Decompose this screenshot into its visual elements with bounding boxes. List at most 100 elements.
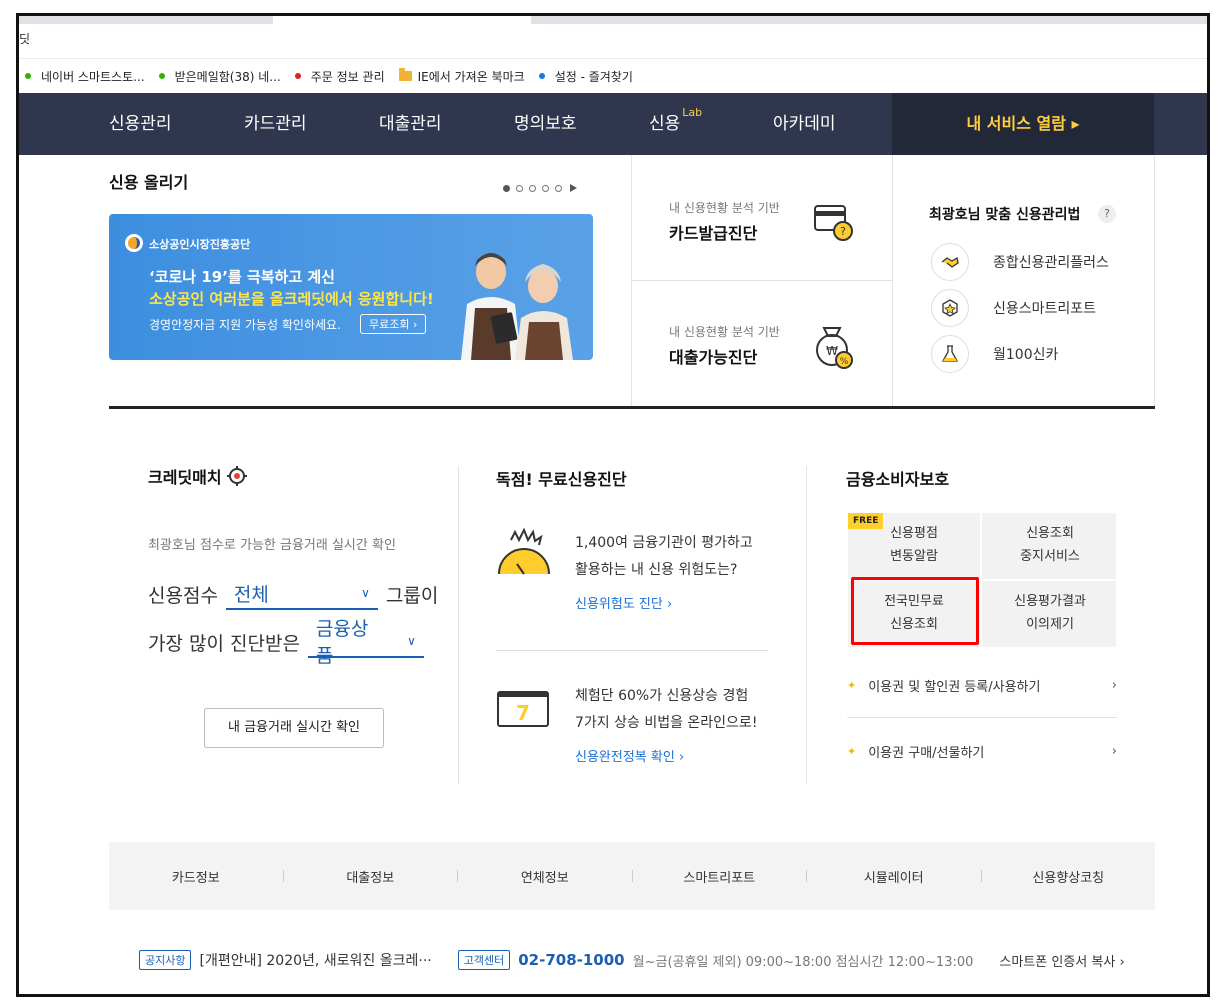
nav-loan-manage[interactable]: 대출관리 xyxy=(379,93,442,155)
tab-card-info[interactable]: 카드정보 xyxy=(109,867,283,886)
carousel-dot-3[interactable] xyxy=(529,184,536,192)
free-diag-line: 7가지 상승 비법을 온라인으로! xyxy=(575,715,758,731)
tab-credit-coaching[interactable]: 신용향상코칭 xyxy=(982,867,1156,886)
divider xyxy=(631,280,892,281)
carousel-dot-1[interactable] xyxy=(503,184,510,192)
free-diag-line: 활용하는 내 신용 위험도는? xyxy=(575,562,738,578)
grid-gap xyxy=(980,513,982,647)
free-diag-block2-text: 체험단 60%가 신용상승 경험 7가지 상승 비법을 온라인으로! xyxy=(575,683,757,737)
carousel-play-icon[interactable] xyxy=(570,184,577,192)
free-diag-title: 독점! 무료신용진단 xyxy=(496,470,627,489)
service-item-label: 종합신용관리플러스 xyxy=(993,255,1109,271)
nav-credit-lab-label: 신용 xyxy=(649,114,681,134)
bookmark-naver-store[interactable]: 네이버 스마트스토... xyxy=(25,68,145,85)
bookmark-mail[interactable]: 받은메일함(38) 네... xyxy=(158,68,281,85)
banner-free-lookup-button[interactable]: 무료조회 › xyxy=(360,314,427,334)
banner-org: 소상공인시장진흥공단 xyxy=(149,238,251,251)
credit-match-title: 크레딧매치 xyxy=(148,464,248,488)
consumer-title: 금융소비자보호 xyxy=(846,470,950,489)
help-icon[interactable]: ? xyxy=(1098,205,1116,223)
main-nav: 신용관리 카드관리 대출관리 명의보호 신용Lab 아카데미 내 서비스 열람 … xyxy=(19,93,1207,155)
svg-text:%: % xyxy=(840,357,849,367)
bookmarks-bar: 네이버 스마트스토... 받은메일함(38) 네... 주문 정보 관리 IE에… xyxy=(19,58,1207,94)
loan-diag-sub: 내 신용현황 분석 기반 xyxy=(669,325,780,339)
banner-people-illustration xyxy=(461,253,573,360)
cell-line: 중지서비스 xyxy=(1020,549,1080,564)
voucher-buy-link[interactable]: ✦ 이용권 구매/선물하기 › xyxy=(847,742,1117,761)
score-group-select[interactable]: 전체 ∨ xyxy=(225,578,378,610)
realtime-check-button[interactable]: 내 금융거래 실시간 확인 xyxy=(204,708,384,748)
service-item-card100[interactable]: 월100신카 xyxy=(931,335,1058,373)
banner-line1: ‘코로나 19’를 극복하고 계신 xyxy=(149,268,335,286)
bookmark-dot-icon xyxy=(294,73,301,79)
cell-line: 신용조회 xyxy=(1026,526,1074,541)
service-item-report[interactable]: 신용스마트리포트 xyxy=(931,289,1096,327)
banner-line2: 소상공인 여러분을 올크레딧에서 응원합니다! xyxy=(149,290,434,308)
browser-tab-active[interactable] xyxy=(273,16,531,24)
section-divider xyxy=(109,406,1155,409)
divider xyxy=(458,466,459,784)
free-diag-block1-text: 1,400여 금융기관이 평가하고 활용하는 내 신용 위험도는? xyxy=(575,530,753,584)
lab-superscript: Lab xyxy=(682,106,703,119)
divider xyxy=(1154,155,1155,406)
seven-calendar-icon: 7 xyxy=(497,691,549,727)
service-panel-title: 최광호님 맞춤 신용관리법 xyxy=(929,207,1081,223)
bookmark-order[interactable]: 주문 정보 관리 xyxy=(294,68,385,85)
footer-bar: 공지사항 [개편안내] 2020년, 새로워진 올크레··· 고객센터 02-7… xyxy=(139,950,1125,970)
nav-card-manage[interactable]: 카드관리 xyxy=(244,93,307,155)
star-badge-icon xyxy=(931,289,969,327)
credit-match-title-text: 크레딧매치 xyxy=(148,468,222,487)
score-suffix: 그룹이 xyxy=(385,584,439,607)
divider xyxy=(847,717,1117,718)
cert-copy-link[interactable]: 스마트폰 인증서 복사 › xyxy=(999,951,1124,970)
notice-link[interactable]: [개편안내] 2020년, 새로워진 올크레··· xyxy=(199,950,431,970)
credit-master-link[interactable]: 신용완전정복 확인 › xyxy=(575,746,684,765)
carousel-dot-4[interactable] xyxy=(542,184,549,192)
nav-credit-lab[interactable]: 신용Lab xyxy=(649,93,702,155)
nav-id-protect[interactable]: 명의보호 xyxy=(514,93,577,155)
credit-match-desc: 최광호님 점수로 가능한 금융거래 실시간 확인 xyxy=(148,538,396,553)
tab-smart-report[interactable]: 스마트리포트 xyxy=(633,867,807,886)
product-value: 금융상품 xyxy=(315,618,369,667)
score-group-row: 신용점수 전체 ∨ 그룹이 xyxy=(148,578,438,610)
tab-title: 딧 xyxy=(19,32,31,46)
free-diag-line: 1,400여 금융기관이 평가하고 xyxy=(575,535,753,551)
chevron-right-icon: › xyxy=(1111,744,1117,759)
tab-loan-info[interactable]: 대출정보 xyxy=(284,867,458,886)
tab-overdue-info[interactable]: 연체정보 xyxy=(458,867,632,886)
chevron-down-icon: ∨ xyxy=(407,634,416,648)
card-question-icon: ? xyxy=(814,205,853,241)
voucher-register-link[interactable]: ✦ 이용권 및 할인권 등록/사용하기 › xyxy=(847,676,1117,695)
product-select[interactable]: 금융상품 ∨ xyxy=(307,618,424,667)
nav-credit-manage[interactable]: 신용관리 xyxy=(109,93,172,155)
lookup-stop-cell[interactable]: 신용조회중지서비스 xyxy=(984,513,1116,577)
free-badge: FREE xyxy=(848,513,884,529)
loan-diag-title: 대출가능진단 xyxy=(669,348,758,367)
bookmark-ie-folder[interactable]: IE에서 가져온 북마크 xyxy=(398,68,525,85)
money-bag-icon: ₩ % xyxy=(816,327,853,369)
my-service-button[interactable]: 내 서비스 열람 ▸ xyxy=(892,93,1154,155)
sparkle-icon: ✦ xyxy=(847,745,857,758)
service-item-plus[interactable]: 종합신용관리플러스 xyxy=(931,243,1109,281)
folder-icon xyxy=(398,68,412,81)
nav-academy[interactable]: 아카데미 xyxy=(773,93,836,155)
bookmark-settings[interactable]: 설정 - 즐겨찾기 xyxy=(538,68,633,85)
divider xyxy=(496,650,768,651)
objection-cell[interactable]: 신용평가결과 이의제기 xyxy=(984,581,1116,645)
notice-tag: 공지사항 xyxy=(139,950,192,970)
info-tabs: 카드정보 대출정보 연체정보 스마트리포트 시뮬레이터 신용향상코칭 xyxy=(109,842,1155,910)
tab-simulator[interactable]: 시뮬레이터 xyxy=(807,867,981,886)
cell-line: 이의제기 xyxy=(1026,617,1074,632)
carousel-dot-5[interactable] xyxy=(555,184,562,192)
browser-tab-strip xyxy=(19,16,1207,24)
cell-line: 신용평점 xyxy=(890,526,938,541)
center-phone: 02-708-1000 xyxy=(518,951,625,969)
carousel-dot-2[interactable] xyxy=(516,184,523,192)
org-logo-icon xyxy=(125,234,143,252)
divider xyxy=(806,466,807,784)
lab-flask-icon xyxy=(931,335,969,373)
score-prefix: 신용점수 xyxy=(148,584,218,607)
promo-banner[interactable]: 소상공인시장진흥공단 ‘코로나 19’를 극복하고 계신 소상공인 여러분을 올… xyxy=(109,214,593,360)
risk-diagnosis-link[interactable]: 신용위험도 진단 › xyxy=(575,593,672,612)
score-group-value: 전체 xyxy=(233,583,269,606)
